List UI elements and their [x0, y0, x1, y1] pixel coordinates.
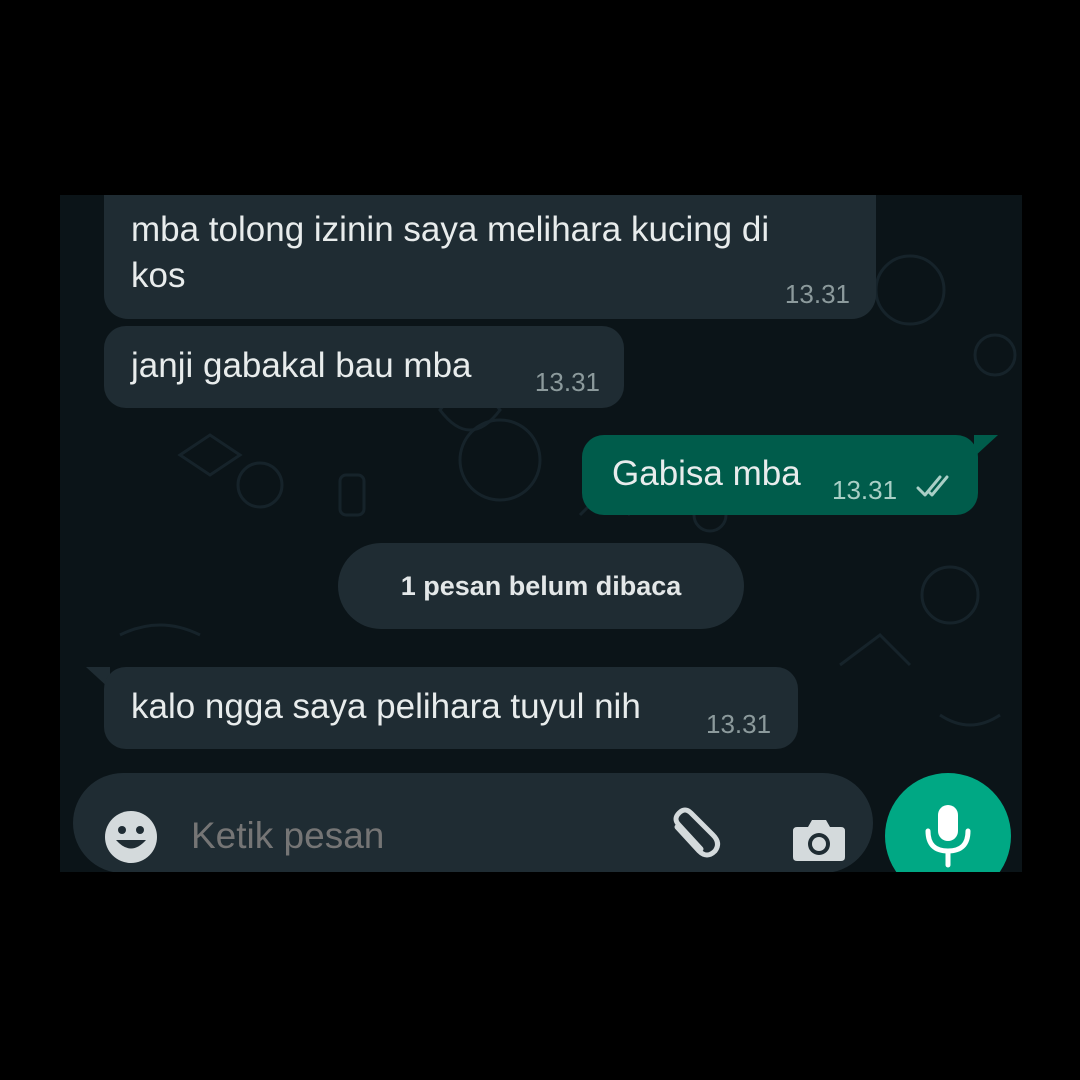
camera-icon[interactable]: [791, 811, 847, 867]
message-text: mba tolong izinin saya melihara kucing d…: [131, 210, 770, 295]
message-composer: [73, 773, 873, 872]
message-time: 13.31: [784, 279, 850, 309]
message-bubble-incoming[interactable]: kalo ngga saya pelihara tuyul nih 13.31: [104, 667, 798, 749]
message-text: Gabisa mba: [612, 454, 801, 493]
message-time: 13.31: [534, 367, 600, 397]
chat-area: mba tolong izinin saya melihara kucing d…: [60, 195, 1022, 872]
message-text: janji gabakal bau mba: [131, 346, 472, 385]
message-text: kalo ngga saya pelihara tuyul nih: [131, 687, 641, 726]
attach-icon[interactable]: [663, 805, 727, 869]
emoji-icon[interactable]: [103, 809, 159, 865]
read-ticks-icon: [916, 475, 949, 497]
mic-icon: [925, 805, 971, 868]
message-bubble-outgoing[interactable]: Gabisa mba 13.31: [582, 435, 978, 515]
message-bubble-incoming[interactable]: mba tolong izinin saya melihara kucing d…: [104, 195, 876, 319]
message-time: 13.31: [832, 475, 898, 505]
message-bubble-incoming[interactable]: janji gabakal bau mba 13.31: [104, 326, 624, 408]
message-time: 13.31: [706, 709, 772, 739]
unread-messages-banner: 1 pesan belum dibaca: [338, 543, 744, 629]
message-input[interactable]: [191, 815, 611, 857]
